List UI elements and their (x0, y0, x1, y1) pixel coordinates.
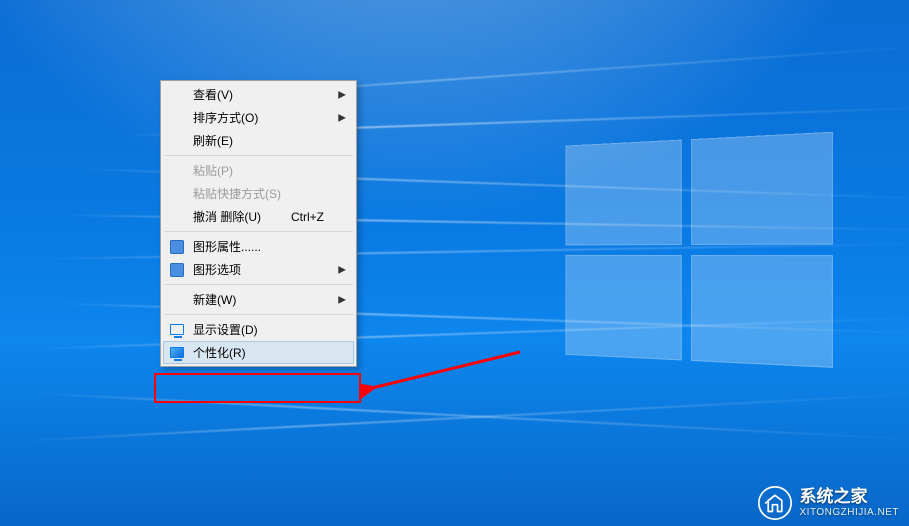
menu-item-label: 个性化(R) (193, 344, 246, 361)
annotation-arrow-icon (360, 342, 530, 402)
desktop-context-menu: 查看(V) ▶ 排序方式(O) ▶ 刷新(E) 粘贴(P) 粘贴快捷方式(S) … (160, 80, 357, 367)
menu-item-label: 显示设置(D) (193, 321, 258, 338)
menu-item-label: 撤消 删除(U) (193, 208, 261, 225)
menu-item-label: 图形属性...... (193, 238, 261, 255)
menu-item-new[interactable]: 新建(W) ▶ (163, 288, 354, 311)
windows-logo (566, 133, 836, 374)
menu-item-paste-shortcut: 粘贴快捷方式(S) (163, 182, 354, 205)
menu-item-label: 新建(W) (193, 291, 236, 308)
personalize-icon (169, 345, 185, 361)
chevron-right-icon: ▶ (338, 112, 346, 123)
menu-separator (164, 155, 353, 156)
watermark: 系统之家 XITONGZHIJIA.NET (758, 486, 900, 520)
menu-item-display-settings[interactable]: 显示设置(D) (163, 318, 354, 341)
monitor-icon (169, 322, 185, 338)
chevron-right-icon: ▶ (338, 294, 346, 305)
annotation-highlight-box (154, 373, 361, 403)
watermark-title: 系统之家 (800, 488, 900, 507)
menu-item-refresh[interactable]: 刷新(E) (163, 129, 354, 152)
menu-item-graphics-options[interactable]: 图形选项 ▶ (163, 258, 354, 281)
graphics-icon (169, 239, 185, 255)
chevron-right-icon: ▶ (338, 264, 346, 275)
menu-item-graphics-properties[interactable]: 图形属性...... (163, 235, 354, 258)
watermark-url: XITONGZHIJIA.NET (800, 507, 900, 518)
menu-item-undo-delete[interactable]: 撤消 删除(U) Ctrl+Z (163, 205, 354, 228)
menu-item-paste: 粘贴(P) (163, 159, 354, 182)
chevron-right-icon: ▶ (338, 89, 346, 100)
menu-item-label: 图形选项 (193, 261, 241, 278)
menu-separator (164, 284, 353, 285)
menu-item-personalize[interactable]: 个性化(R) (163, 341, 354, 364)
menu-item-sort[interactable]: 排序方式(O) ▶ (163, 106, 354, 129)
menu-item-label: 粘贴快捷方式(S) (193, 185, 281, 202)
menu-separator (164, 314, 353, 315)
menu-item-label: 刷新(E) (193, 132, 233, 149)
menu-item-view[interactable]: 查看(V) ▶ (163, 83, 354, 106)
watermark-logo-icon (758, 486, 792, 520)
desktop-wallpaper[interactable]: 查看(V) ▶ 排序方式(O) ▶ 刷新(E) 粘贴(P) 粘贴快捷方式(S) … (0, 0, 909, 526)
menu-item-label: 排序方式(O) (193, 109, 258, 126)
menu-separator (164, 231, 353, 232)
graphics-icon (169, 262, 185, 278)
menu-item-shortcut: Ctrl+Z (291, 210, 324, 224)
menu-item-label: 查看(V) (193, 86, 233, 103)
menu-item-label: 粘贴(P) (193, 162, 233, 179)
